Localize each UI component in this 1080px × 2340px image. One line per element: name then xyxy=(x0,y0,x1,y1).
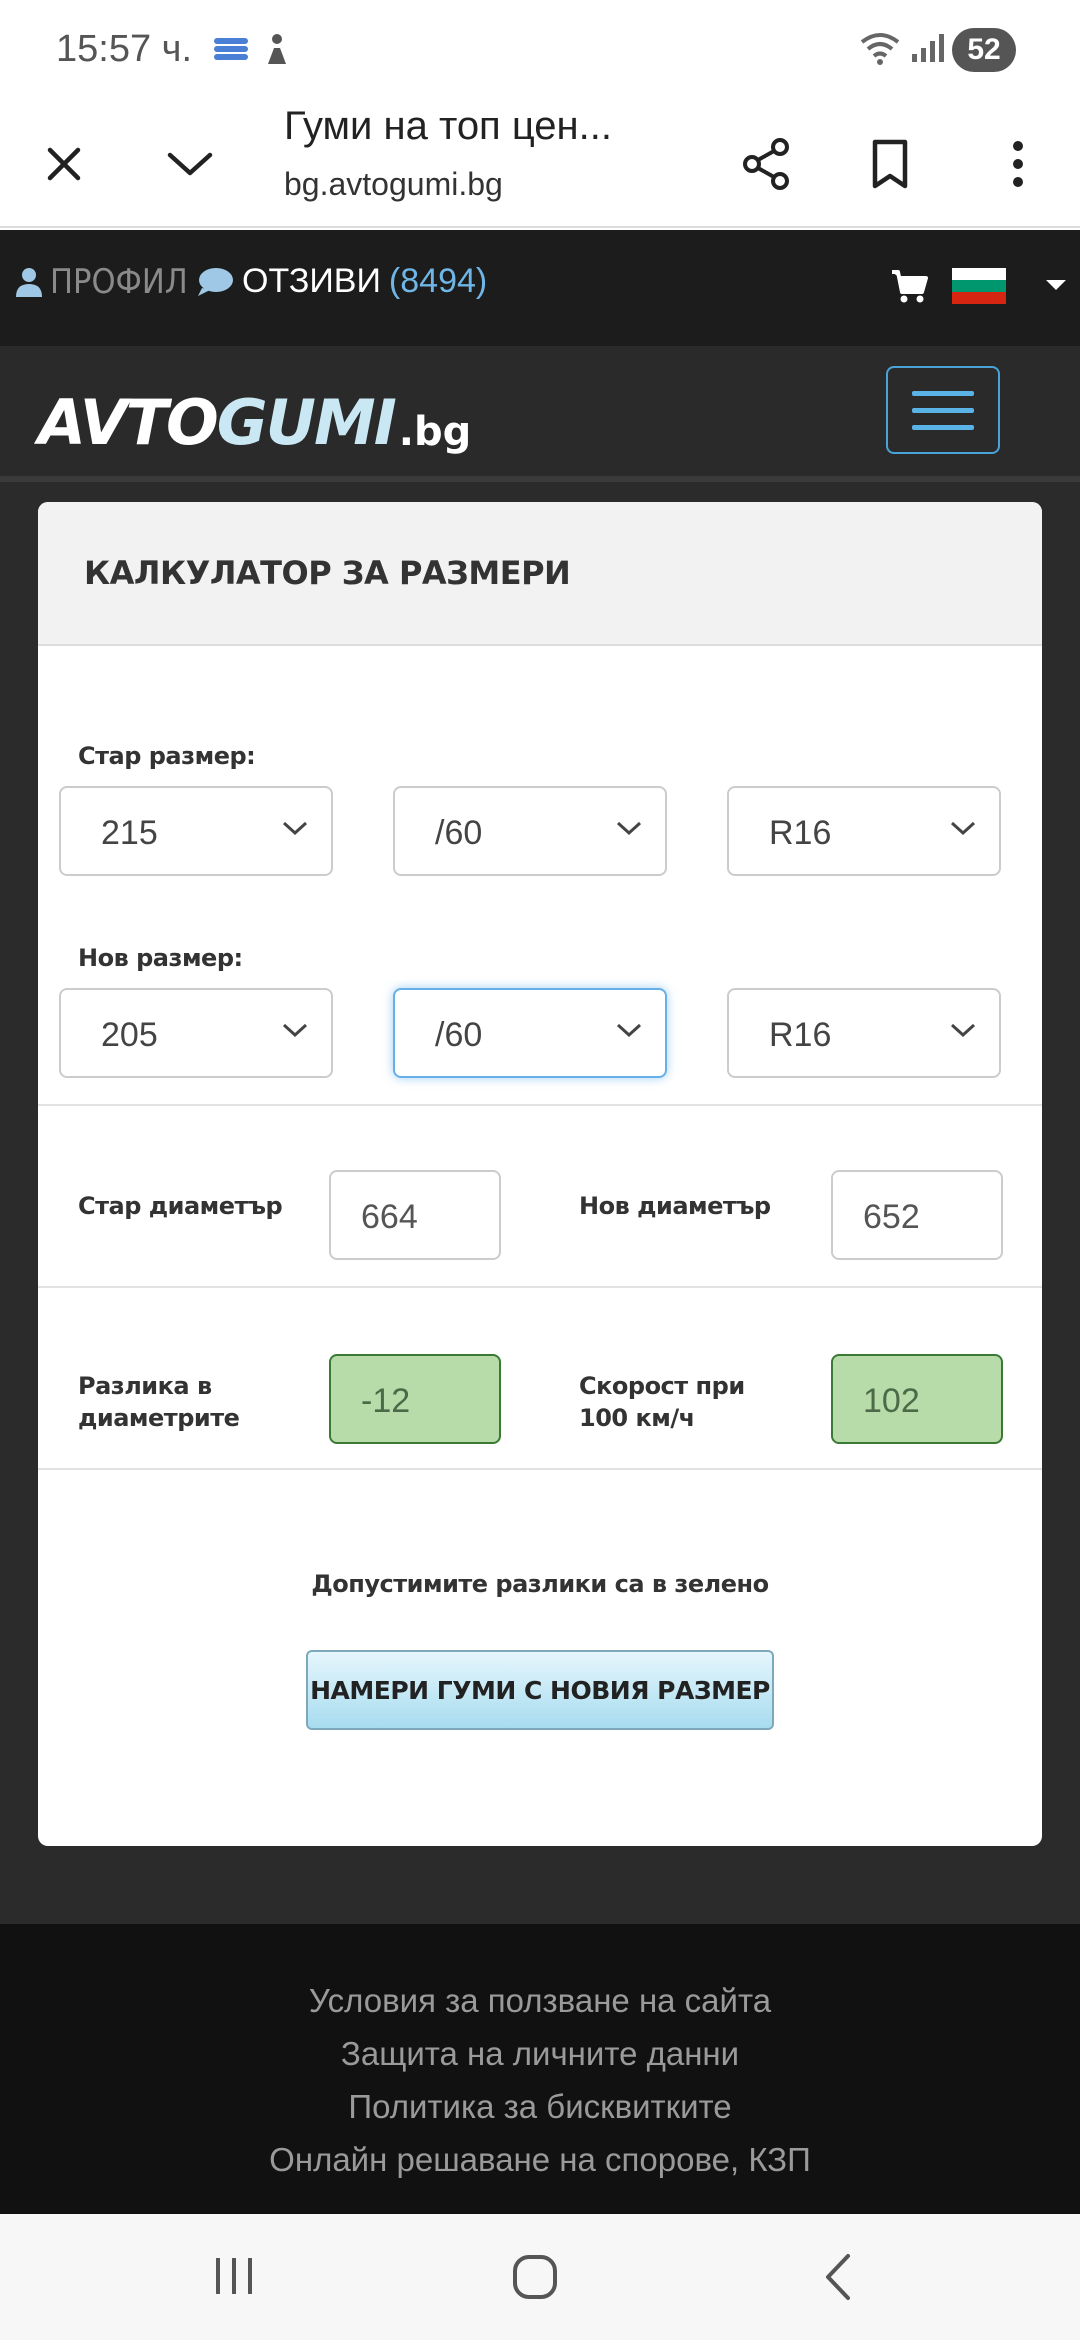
footer-link-terms[interactable]: Условия за ползване на сайта xyxy=(0,1974,1080,2027)
calculator-title: КАЛКУЛАТОР ЗА РАЗМЕРИ xyxy=(84,554,571,592)
chevron-down-icon[interactable] xyxy=(152,126,228,202)
old-rim-select[interactable]: R16 xyxy=(727,786,1001,876)
chevron-down-icon xyxy=(950,821,976,836)
site-logo[interactable]: AVTO GUMI .bg xyxy=(38,386,471,459)
user-icon xyxy=(16,268,42,297)
speed-value: 102 xyxy=(863,1382,920,1420)
home-icon[interactable] xyxy=(510,2252,560,2307)
more-vertical-icon[interactable] xyxy=(980,126,1056,202)
old-width-value: 215 xyxy=(101,814,158,852)
footer: Условия за ползване на сайта Защита на л… xyxy=(0,1924,1080,2214)
battery-icon: 52 xyxy=(952,28,1016,72)
new-width-value: 205 xyxy=(101,1016,158,1054)
signal-icon xyxy=(910,32,946,69)
new-width-select[interactable]: 205 xyxy=(59,988,333,1078)
language-dropdown-caret-icon[interactable] xyxy=(1046,280,1066,290)
reviews-count: (8494) xyxy=(388,262,488,300)
logo-part-gumi: GUMI xyxy=(216,386,397,459)
new-profile-value: /60 xyxy=(435,1016,483,1054)
old-profile-value: /60 xyxy=(435,814,483,852)
chevron-down-icon xyxy=(616,1023,642,1038)
accessibility-icon xyxy=(262,32,292,73)
system-nav-bar xyxy=(0,2214,1080,2340)
status-time: 15:57 ч. xyxy=(56,28,193,70)
logo-part-avto: AVTO xyxy=(38,386,219,459)
diameter-difference-value: -12 xyxy=(361,1382,411,1420)
logo-suffix: .bg xyxy=(398,409,472,455)
main-content: КАЛКУЛАТОР ЗА РАЗМЕРИ Стар размер: 215 /… xyxy=(0,482,1080,1924)
old-profile-select[interactable]: /60 xyxy=(393,786,667,876)
chevron-down-icon xyxy=(616,821,642,836)
bookmark-icon[interactable] xyxy=(852,126,928,202)
cart-icon[interactable] xyxy=(890,268,928,309)
old-diameter-value: 664 xyxy=(361,1198,418,1236)
speed-label-line1: Скорост при xyxy=(579,1372,745,1400)
site-top-bar: ПРОФИЛ ОТЗИВИ (8494) xyxy=(0,230,1080,346)
find-tires-button[interactable]: НАМЕРИ ГУМИ С НОВИЯ РАЗМЕР xyxy=(306,1650,774,1730)
chevron-down-icon xyxy=(950,1023,976,1038)
divider xyxy=(38,1286,1042,1288)
share-icon[interactable] xyxy=(728,126,804,202)
old-diameter-field[interactable]: 664 xyxy=(329,1170,501,1260)
old-width-select[interactable]: 215 xyxy=(59,786,333,876)
page-url[interactable]: bg.avtogumi.bg xyxy=(284,166,503,203)
bulgarian-flag-icon[interactable] xyxy=(952,268,1006,304)
reviews-link[interactable]: ОТЗИВИ (8494) xyxy=(196,262,487,301)
back-icon[interactable] xyxy=(818,2252,858,2307)
footer-link-disputes[interactable]: Онлайн решаване на спорове, КЗП xyxy=(0,2133,1080,2186)
profile-link[interactable]: ПРОФИЛ xyxy=(14,262,188,302)
divider xyxy=(38,1104,1042,1106)
speed-field[interactable]: 102 xyxy=(831,1354,1003,1444)
footer-link-privacy[interactable]: Защита на личните данни xyxy=(0,2027,1080,2080)
page-title[interactable]: Гуми на топ цен... xyxy=(284,104,612,149)
old-rim-value: R16 xyxy=(769,814,832,852)
wifi-icon xyxy=(858,30,902,71)
new-diameter-value: 652 xyxy=(863,1198,920,1236)
new-diameter-field[interactable]: 652 xyxy=(831,1170,1003,1260)
close-icon[interactable] xyxy=(26,126,102,202)
diameter-difference-label-line2: диаметрите xyxy=(78,1404,240,1432)
logo-bar: AVTO GUMI .bg xyxy=(0,346,1080,482)
notification-app-icon xyxy=(212,36,250,67)
footer-link-cookies[interactable]: Политика за бисквитките xyxy=(0,2080,1080,2133)
new-size-label: Нов размер: xyxy=(78,944,243,972)
allowed-differences-note: Допустимите разлики са в зелено xyxy=(311,1570,769,1598)
profile-label: ПРОФИЛ xyxy=(50,262,188,302)
speech-bubble-icon xyxy=(198,267,233,296)
old-size-label: Стар размер: xyxy=(78,742,256,770)
hamburger-menu-button[interactable] xyxy=(886,366,1000,454)
recent-apps-icon[interactable] xyxy=(212,2252,256,2305)
browser-toolbar: Гуми на топ цен... bg.avtogumi.bg xyxy=(0,100,1080,228)
diameter-difference-field[interactable]: -12 xyxy=(329,1354,501,1444)
new-profile-select[interactable]: /60 xyxy=(393,988,667,1078)
chevron-down-icon xyxy=(282,1023,308,1038)
chevron-down-icon xyxy=(282,821,308,836)
reviews-label: ОТЗИВИ xyxy=(242,262,381,300)
diameter-difference-label-line1: Разлика в xyxy=(78,1372,212,1400)
size-calculator-card: КАЛКУЛАТОР ЗА РАЗМЕРИ Стар размер: 215 /… xyxy=(38,502,1042,1846)
speed-label-line2: 100 км/ч xyxy=(579,1404,695,1432)
status-bar: 15:57 ч. 52 xyxy=(0,0,1080,100)
new-rim-select[interactable]: R16 xyxy=(727,988,1001,1078)
new-rim-value: R16 xyxy=(769,1016,832,1054)
card-header: КАЛКУЛАТОР ЗА РАЗМЕРИ xyxy=(38,502,1042,646)
new-diameter-label: Нов диаметър xyxy=(579,1192,771,1220)
old-diameter-label: Стар диаметър xyxy=(78,1192,283,1220)
divider xyxy=(38,1468,1042,1470)
